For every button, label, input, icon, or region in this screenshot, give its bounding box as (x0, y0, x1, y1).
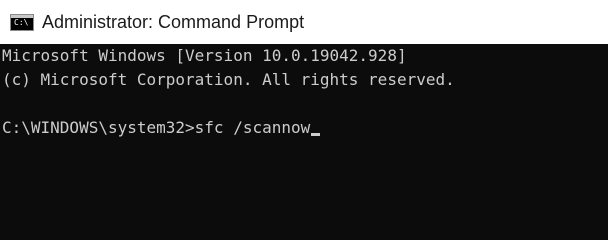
command-prompt-window: C:\ Administrator: Command Prompt Micros… (0, 0, 608, 225)
prompt-text: C:\WINDOWS\system32> (2, 118, 195, 137)
window-title: Administrator: Command Prompt (42, 11, 305, 32)
command-line[interactable]: C:\WINDOWS\system32>sfc /scannow (2, 116, 608, 140)
icon-glyph: C:\ (14, 17, 29, 27)
command-input[interactable]: sfc /scannow (195, 118, 311, 137)
console-output[interactable]: Microsoft Windows [Version 10.0.19042.92… (0, 44, 608, 225)
title-bar[interactable]: C:\ Administrator: Command Prompt (0, 0, 608, 44)
cmd-icon: C:\ (10, 13, 34, 31)
text-cursor (311, 133, 321, 136)
console-line-copyright: (c) Microsoft Corporation. All rights re… (2, 70, 455, 89)
console-line-version: Microsoft Windows [Version 10.0.19042.92… (2, 46, 407, 65)
